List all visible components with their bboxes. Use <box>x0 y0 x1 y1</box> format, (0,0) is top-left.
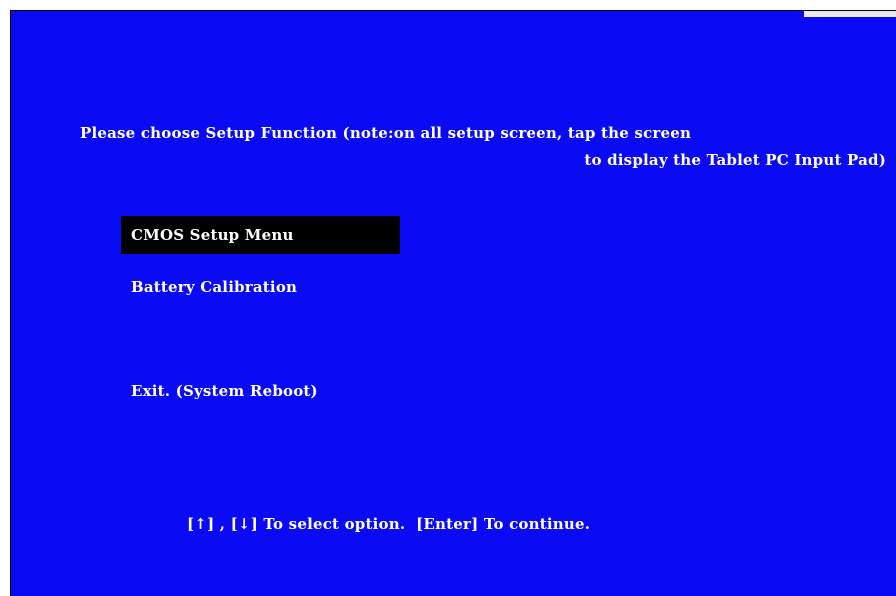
window-edge <box>804 11 896 17</box>
menu-item-cmos-setup[interactable]: CMOS Setup Menu <box>121 216 400 254</box>
keyboard-help-text: [↑] , [↓] To select option. [Enter] To c… <box>187 515 591 533</box>
menu-item-battery-calibration[interactable]: Battery Calibration <box>121 268 297 306</box>
menu-item-exit-reboot[interactable]: Exit. (System Reboot) <box>121 372 318 410</box>
setup-prompt-line-2: to display the Tablet PC Input Pad) <box>584 151 886 169</box>
setup-prompt-line-1: Please choose Setup Function (note:on al… <box>80 124 692 142</box>
screen: Please choose Setup Function (note:on al… <box>0 0 896 596</box>
bios-setup-panel: Please choose Setup Function (note:on al… <box>10 10 896 596</box>
